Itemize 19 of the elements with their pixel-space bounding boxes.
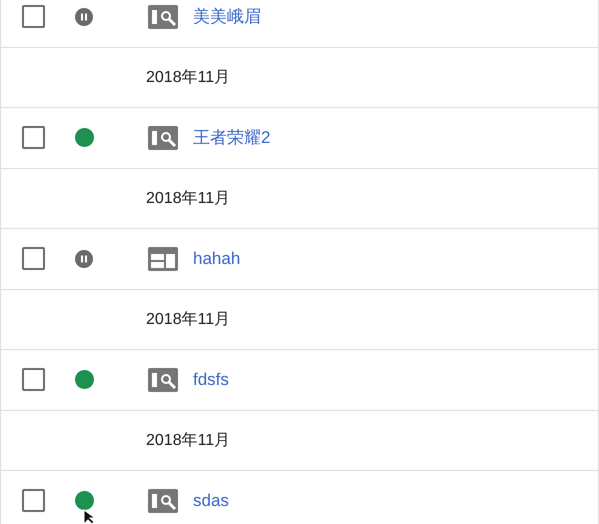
- campaign-link[interactable]: hahah: [193, 248, 240, 269]
- campaign-link[interactable]: 美美峨眉: [193, 5, 261, 28]
- campaign-link[interactable]: fdsfs: [193, 370, 229, 390]
- campaign-link[interactable]: sdas: [193, 490, 229, 511]
- date-label: 2018年11月: [146, 310, 230, 330]
- checkbox[interactable]: [22, 368, 45, 392]
- search-campaign-icon: [148, 488, 178, 513]
- date-label: 2018年11月: [146, 188, 230, 209]
- checkbox[interactable]: [22, 489, 45, 512]
- checkbox[interactable]: [22, 5, 45, 28]
- layout-icon: [148, 246, 178, 271]
- checkbox[interactable]: [22, 247, 45, 270]
- date-label: 2018年11月: [146, 68, 230, 88]
- campaign-link[interactable]: 王者荣耀2: [193, 126, 270, 150]
- search-campaign-icon: [148, 4, 178, 29]
- checkbox[interactable]: [22, 126, 45, 150]
- search-campaign-icon: [148, 126, 178, 150]
- search-campaign-icon: [148, 368, 178, 392]
- date-label: 2018年11月: [146, 430, 230, 451]
